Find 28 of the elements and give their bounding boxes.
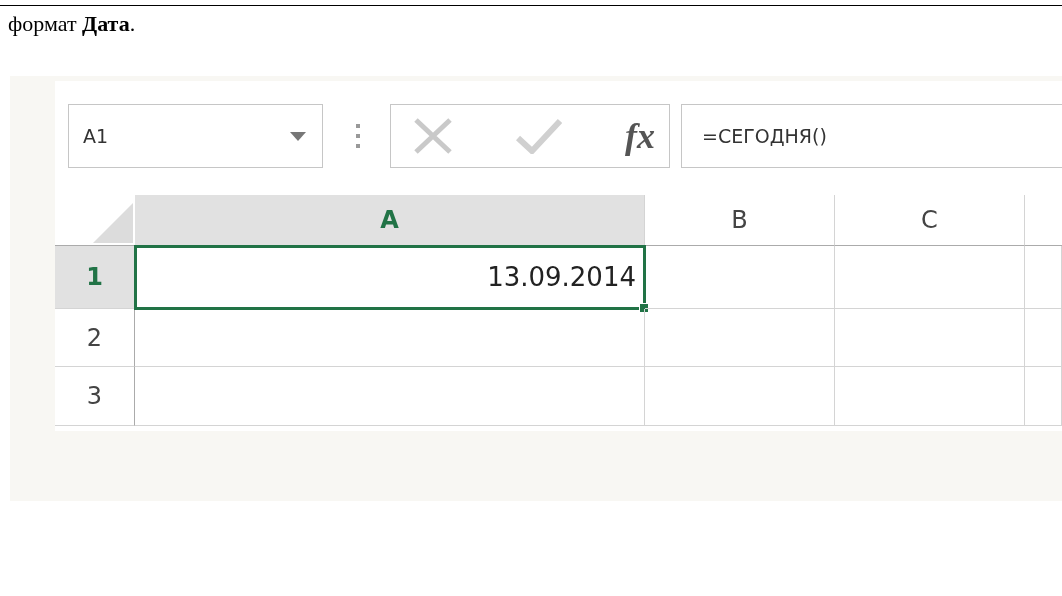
row-header[interactable]: 2: [55, 309, 135, 367]
table-cell[interactable]: [645, 309, 835, 367]
table-cell[interactable]: [135, 309, 645, 367]
intro-text: формат Дата.: [8, 10, 136, 38]
column-header[interactable]: C: [835, 195, 1025, 246]
grip-dots-icon: [356, 124, 360, 148]
active-cell[interactable]: 13.09.2014: [135, 246, 645, 309]
table-cell[interactable]: [1025, 246, 1062, 309]
check-icon[interactable]: [516, 118, 562, 154]
select-all-icon[interactable]: [93, 203, 133, 243]
row-header[interactable]: 1: [55, 246, 135, 309]
formula-field[interactable]: =СЕГОДНЯ(): [681, 104, 1062, 168]
table-cell[interactable]: [645, 367, 835, 426]
name-box[interactable]: A1: [68, 104, 323, 168]
table-cell[interactable]: [835, 309, 1025, 367]
table-cell[interactable]: [1025, 309, 1062, 367]
table-cell[interactable]: [1025, 367, 1062, 426]
fill-handle[interactable]: [639, 303, 649, 313]
table-cell[interactable]: [135, 367, 645, 426]
table-cell[interactable]: [835, 367, 1025, 426]
insert-function-button[interactable]: fx: [625, 115, 655, 157]
column-header[interactable]: A: [135, 195, 645, 246]
row-header[interactable]: 3: [55, 367, 135, 426]
table-cell[interactable]: [645, 246, 835, 309]
cancel-icon[interactable]: [413, 118, 453, 154]
table-cell[interactable]: [835, 246, 1025, 309]
dropdown-caret-icon: [290, 131, 306, 141]
column-header[interactable]: B: [645, 195, 835, 246]
